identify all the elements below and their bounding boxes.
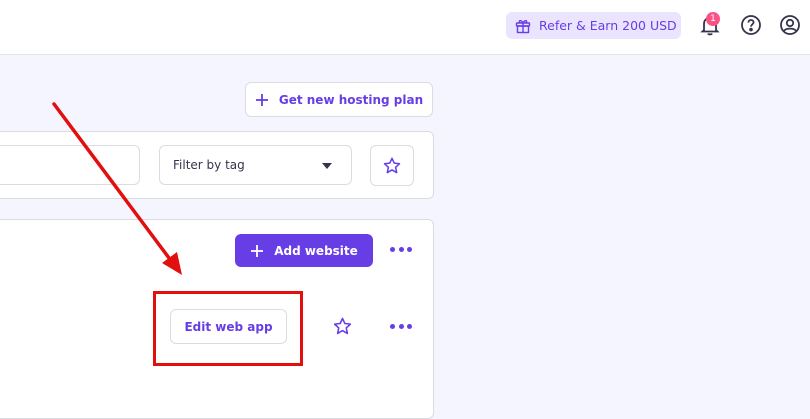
search-input[interactable] <box>0 145 140 185</box>
account-icon[interactable] <box>779 14 801 36</box>
filter-by-tag-dropdown[interactable]: Filter by tag <box>159 145 352 185</box>
website-more-options-icon[interactable] <box>390 322 412 330</box>
help-icon[interactable] <box>740 14 762 36</box>
get-new-hosting-plan-label: Get new hosting plan <box>278 92 424 107</box>
favorite-star-icon[interactable] <box>332 316 353 337</box>
chevron-down-icon <box>322 163 332 169</box>
more-options-icon[interactable] <box>390 245 412 253</box>
highlight-box <box>153 291 303 366</box>
top-bar: Refer & Earn 200 USD 1 <box>0 0 810 55</box>
notification-badge: 1 <box>706 12 720 26</box>
refer-earn-label: Refer & Earn 200 USD <box>539 18 677 33</box>
star-icon <box>383 157 401 173</box>
refer-earn-button[interactable]: Refer & Earn 200 USD <box>506 12 681 39</box>
plus-icon <box>255 93 268 106</box>
filter-by-tag-label: Filter by tag <box>173 158 245 172</box>
add-website-button[interactable]: Add website <box>235 234 373 267</box>
get-new-hosting-plan-button[interactable]: Get new hosting plan <box>245 82 433 117</box>
plus-icon <box>251 244 264 257</box>
gift-icon <box>515 19 531 33</box>
add-website-label: Add website <box>274 243 358 258</box>
favorites-filter-button[interactable] <box>370 145 414 186</box>
